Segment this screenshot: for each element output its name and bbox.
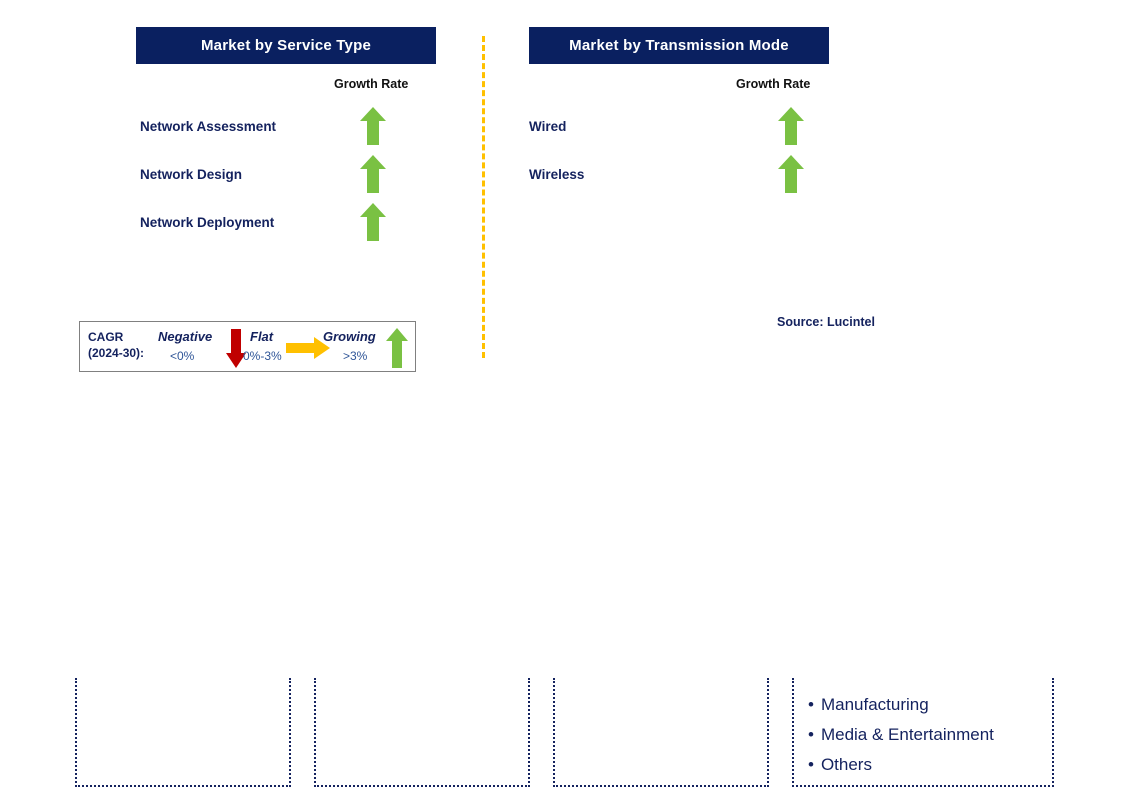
segment-label-network-design: Network Design bbox=[140, 166, 243, 182]
arrow-up-icon bbox=[359, 106, 387, 146]
vertical-dashed-divider bbox=[482, 36, 485, 358]
bottom-box: Manufacturing Media & Entertainment Othe… bbox=[792, 678, 1054, 787]
panel-header-transmission-mode: Market by Transmission Mode bbox=[529, 27, 829, 64]
legend-value-growing: >3% bbox=[343, 349, 368, 363]
panel-title-text: Market by Transmission Mode bbox=[569, 37, 789, 54]
segment-row: Network Deployment bbox=[140, 199, 440, 245]
arrow-up-icon bbox=[777, 106, 805, 146]
segment-label-wireless: Wireless bbox=[529, 166, 585, 182]
bullet-list: Manufacturing Media & Entertainment Othe… bbox=[808, 690, 1038, 780]
cagr-legend-title-line2: (2024-30): bbox=[88, 346, 145, 360]
cagr-legend-title-line1: CAGR bbox=[88, 330, 124, 344]
legend-label-negative: Negative bbox=[158, 329, 213, 344]
list-item: Media & Entertainment bbox=[808, 720, 1038, 750]
segment-row: Network Design bbox=[140, 151, 440, 197]
list-item: Manufacturing bbox=[808, 690, 1038, 720]
panel-header-service-type: Market by Service Type bbox=[136, 27, 436, 64]
cagr-legend-title: CAGR (2024-30): bbox=[88, 329, 144, 361]
growth-rate-caption-service-type: Growth Rate bbox=[334, 77, 409, 91]
legend-label-growing: Growing bbox=[323, 329, 376, 344]
arrow-up-icon bbox=[359, 202, 387, 242]
segment-label-wired: Wired bbox=[529, 118, 567, 134]
list-item: Others bbox=[808, 750, 1038, 780]
arrow-up-icon bbox=[385, 327, 409, 369]
segment-row: Network Assessment bbox=[140, 103, 440, 149]
bottom-box bbox=[314, 678, 530, 787]
segment-row: Wired bbox=[529, 103, 829, 149]
segment-label-network-assessment: Network Assessment bbox=[140, 118, 277, 134]
panel-title-text: Market by Service Type bbox=[200, 37, 372, 54]
segment-row: Wireless bbox=[529, 151, 829, 197]
cagr-legend-box: CAGR (2024-30): Negative <0% Flat 0%-3% … bbox=[79, 321, 416, 372]
growth-rate-caption-transmission-mode: Growth Rate bbox=[736, 77, 811, 91]
segment-label-network-deployment: Network Deployment bbox=[140, 214, 275, 230]
arrow-up-icon bbox=[777, 154, 805, 194]
bottom-box bbox=[75, 678, 291, 787]
legend-value-flat: 0%-3% bbox=[243, 349, 282, 363]
arrow-up-icon bbox=[359, 154, 387, 194]
bottom-box bbox=[553, 678, 769, 787]
legend-label-flat: Flat bbox=[250, 329, 274, 344]
legend-value-negative: <0% bbox=[170, 349, 195, 363]
source-note: Source: Lucintel bbox=[777, 315, 875, 329]
